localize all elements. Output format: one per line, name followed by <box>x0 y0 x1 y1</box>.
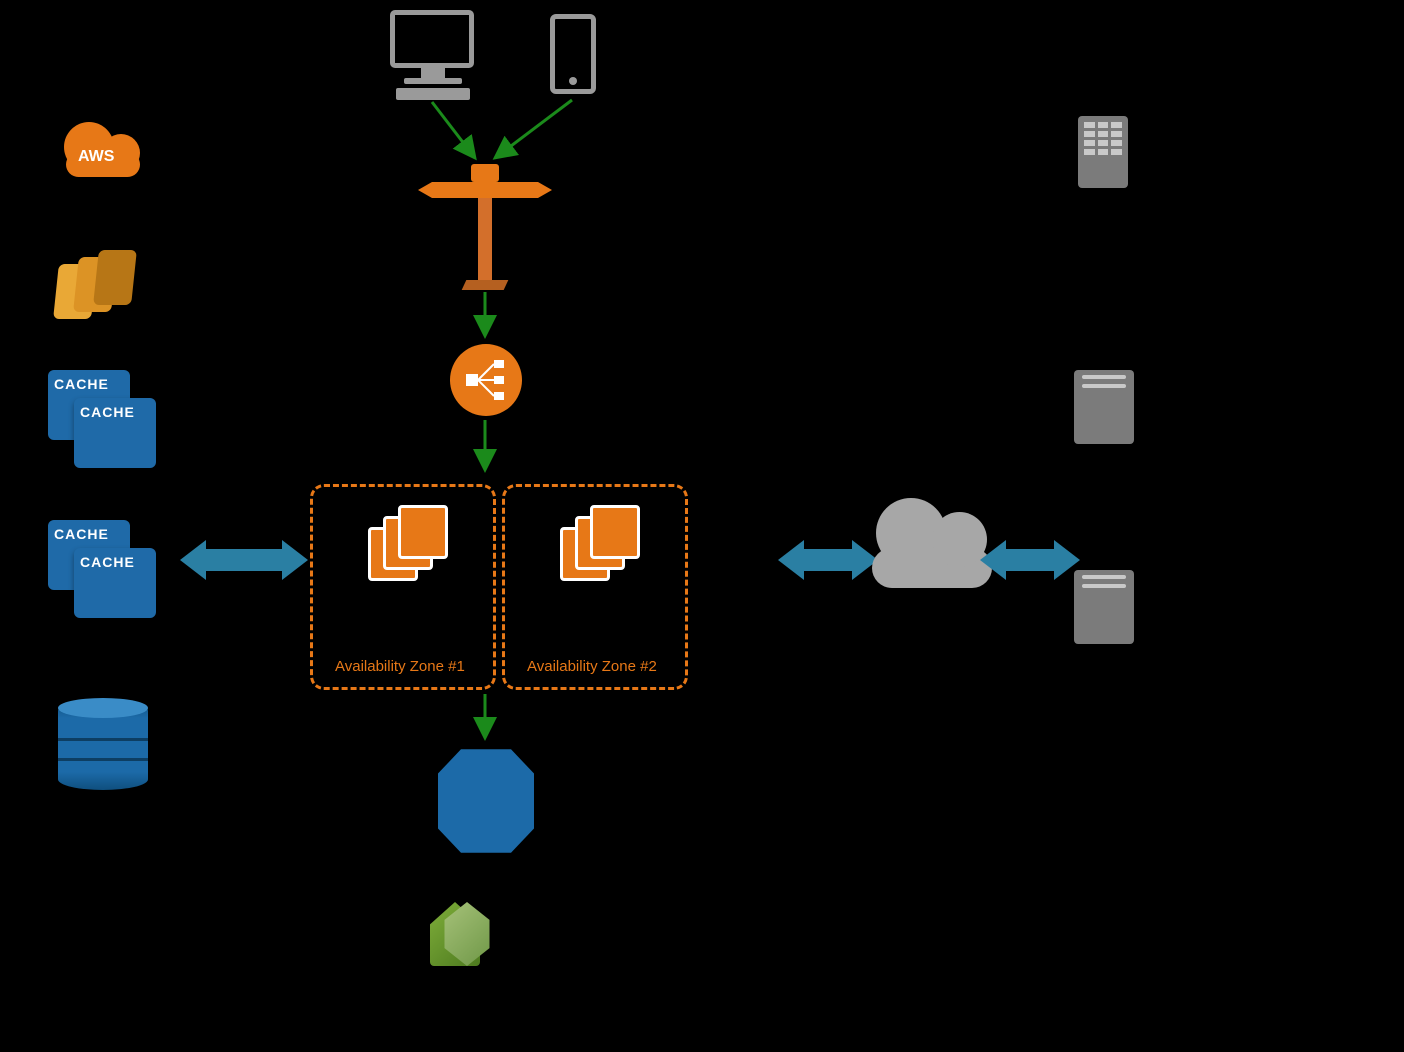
onprem-server-icon-2 <box>1074 570 1134 644</box>
az1-label: Availability Zone #1 <box>335 658 465 675</box>
az2-label: Availability Zone #2 <box>527 658 657 675</box>
diagram-canvas: AWS CACHE CACHE CACHE CACHE <box>0 0 1404 1052</box>
aws-cloud-text: AWS <box>78 148 114 166</box>
ec2-instances-icon <box>560 505 630 575</box>
flow-arrows <box>0 0 1404 1052</box>
route53-icon <box>460 164 510 284</box>
bi-arrow-cloud-to-onprem <box>980 540 1080 580</box>
elb-icon <box>450 344 522 416</box>
availability-zone-2: Availability Zone #2 <box>502 484 688 690</box>
bi-arrow-left <box>180 540 308 580</box>
simpledb-icon <box>436 746 536 856</box>
ec2-instances-icon <box>368 505 438 575</box>
availability-zone-1: Availability Zone #1 <box>310 484 496 690</box>
arrow-mobile-to-route53 <box>495 100 572 158</box>
onprem-server-icon-1 <box>1074 370 1134 444</box>
arrow-desktop-to-route53 <box>432 102 475 158</box>
office-building-icon <box>1078 116 1128 188</box>
